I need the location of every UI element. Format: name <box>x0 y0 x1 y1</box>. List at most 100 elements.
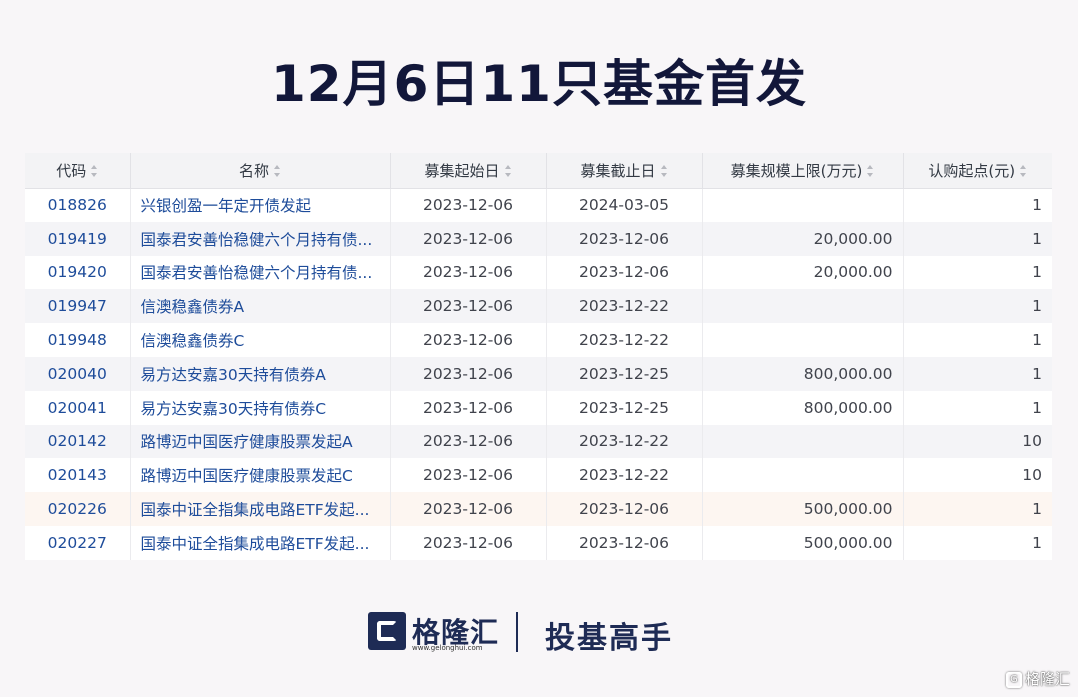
start-date-cell: 2023-12-06 <box>390 289 547 324</box>
fund-code-link[interactable]: 020041 <box>25 390 131 425</box>
end-date-cell: 2023-12-22 <box>546 458 703 493</box>
table-row[interactable]: 020226 国泰中证全指集成电路ETF发起... 2023-12-06 2023-1… <box>25 492 1052 526</box>
fund-name-link[interactable]: 国泰君安善怡稳健六个月持有债... <box>130 221 391 256</box>
fund-name-link[interactable]: 信澳稳鑫债券A <box>130 289 391 324</box>
fund-code-link[interactable]: 020226 <box>25 492 131 526</box>
cap-cell <box>702 424 904 459</box>
end-date-cell: 2023-12-06 <box>546 492 703 526</box>
min-subscription-cell: 1 <box>903 221 1052 256</box>
cap-cell: 800,000.00 <box>702 390 904 425</box>
fund-code-link[interactable]: 020143 <box>25 458 131 493</box>
fund-name-link[interactable]: 路博迈中国医疗健康股票发起A <box>130 424 391 459</box>
column-header-end-date[interactable]: 募集截止日 <box>546 153 703 189</box>
fund-name-link[interactable]: 国泰君安善怡稳健六个月持有债... <box>130 255 391 290</box>
fund-code-link[interactable]: 020040 <box>25 356 131 391</box>
table-header-row: 代码 名称 募集起始日 募集截止日 募集规模上限(万元) 认购起点(元) <box>25 153 1052 189</box>
column-header-cap[interactable]: 募集规模上限(万元) <box>702 153 904 189</box>
min-subscription-cell: 1 <box>903 255 1052 290</box>
end-date-cell: 2023-12-22 <box>546 289 703 324</box>
fund-name-link[interactable]: 路博迈中国医疗健康股票发起C <box>130 458 391 493</box>
min-subscription-cell: 1 <box>903 289 1052 324</box>
min-subscription-cell: 1 <box>903 525 1052 560</box>
start-date-cell: 2023-12-06 <box>390 356 547 391</box>
fund-code-link[interactable]: 019947 <box>25 289 131 324</box>
fund-table: 代码 名称 募集起始日 募集截止日 募集规模上限(万元) 认购起点(元) 018… <box>25 153 1052 560</box>
sort-icon[interactable] <box>91 165 98 178</box>
start-date-cell: 2023-12-06 <box>390 458 547 493</box>
column-header-start-date[interactable]: 募集起始日 <box>390 153 547 189</box>
start-date-cell: 2023-12-06 <box>390 188 547 222</box>
slogan: 投基高手 <box>545 621 673 656</box>
column-header-min-subscription[interactable]: 认购起点(元) <box>903 153 1052 189</box>
table-row[interactable]: 019420 国泰君安善怡稳健六个月持有债... 2023-12-06 2023-12… <box>25 255 1052 290</box>
fund-code-link[interactable]: 019948 <box>25 323 131 357</box>
end-date-cell: 2023-12-06 <box>546 255 703 290</box>
column-header-name[interactable]: 名称 <box>130 153 391 189</box>
brand-url: www.gelonghui.com <box>412 644 483 652</box>
end-date-cell: 2023-12-25 <box>546 390 703 425</box>
start-date-cell: 2023-12-06 <box>390 424 547 459</box>
end-date-cell: 2023-12-06 <box>546 525 703 560</box>
sort-icon[interactable] <box>660 165 668 178</box>
table-row[interactable]: 020142 路博迈中国医疗健康股票发起A 2023-12-06 2023-12-22… <box>25 424 1052 459</box>
sort-icon[interactable] <box>1020 165 1027 178</box>
table-row[interactable]: 019419 国泰君安善怡稳健六个月持有债... 2023-12-06 2023-12… <box>25 221 1052 256</box>
table-row[interactable]: 020040 易方达安嘉30天持有债券A 2023-12-06 2023-12-25 8… <box>25 356 1052 391</box>
fund-code-link[interactable]: 019420 <box>25 255 131 290</box>
fund-code-link[interactable]: 020227 <box>25 525 131 560</box>
fund-name-link[interactable]: 易方达安嘉30天持有债券A <box>130 356 391 391</box>
fund-code-link[interactable]: 018826 <box>25 188 131 222</box>
table-row[interactable]: 020041 易方达安嘉30天持有债券C 2023-12-06 2023-12-25 8… <box>25 390 1052 425</box>
start-date-cell: 2023-12-06 <box>390 221 547 256</box>
cap-cell: 20,000.00 <box>702 255 904 290</box>
watermark: G 格隆汇 <box>1005 668 1070 689</box>
watermark-logo-icon: G <box>1005 671 1022 688</box>
page-title: 12月6日11只基金首发 <box>271 55 807 113</box>
fund-name-link[interactable]: 信澳稳鑫债券C <box>130 323 391 357</box>
min-subscription-cell: 10 <box>903 424 1052 459</box>
cap-cell <box>702 289 904 324</box>
table-row[interactable]: 019948 信澳稳鑫债券C 2023-12-06 2023-12-22 1 <box>25 323 1052 357</box>
min-subscription-cell: 10 <box>903 458 1052 493</box>
start-date-cell: 2023-12-06 <box>390 492 547 526</box>
start-date-cell: 2023-12-06 <box>390 255 547 290</box>
table-row[interactable]: 020227 国泰中证全指集成电路ETF发起... 2023-12-06 2023-1… <box>25 525 1052 560</box>
min-subscription-cell: 1 <box>903 390 1052 425</box>
fund-code-link[interactable]: 019419 <box>25 221 131 256</box>
fund-name-link[interactable]: 易方达安嘉30天持有债券C <box>130 390 391 425</box>
end-date-cell: 2023-12-06 <box>546 221 703 256</box>
fund-name-link[interactable]: 兴银创盈一年定开债发起 <box>130 188 391 222</box>
start-date-cell: 2023-12-06 <box>390 323 547 357</box>
min-subscription-cell: 1 <box>903 323 1052 357</box>
cap-cell: 20,000.00 <box>702 221 904 256</box>
end-date-cell: 2023-12-25 <box>546 356 703 391</box>
sort-icon[interactable] <box>504 165 512 178</box>
min-subscription-cell: 1 <box>903 188 1052 222</box>
column-header-code[interactable]: 代码 <box>25 153 131 189</box>
fund-name-link[interactable]: 国泰中证全指集成电路ETF发起... <box>130 492 391 526</box>
fund-name-link[interactable]: 国泰中证全指集成电路ETF发起... <box>130 525 391 560</box>
cap-cell <box>702 323 904 357</box>
table-row[interactable]: 019947 信澳稳鑫债券A 2023-12-06 2023-12-22 1 <box>25 289 1052 324</box>
cap-cell: 800,000.00 <box>702 356 904 391</box>
sort-icon[interactable] <box>274 165 281 178</box>
sort-icon[interactable] <box>867 165 874 178</box>
cap-cell <box>702 188 904 222</box>
cap-cell <box>702 458 904 493</box>
min-subscription-cell: 1 <box>903 492 1052 526</box>
table-row[interactable]: 020143 路博迈中国医疗健康股票发起C 2023-12-06 2023-12-22… <box>25 458 1052 493</box>
end-date-cell: 2024-03-05 <box>546 188 703 222</box>
footer-divider <box>516 612 518 652</box>
end-date-cell: 2023-12-22 <box>546 424 703 459</box>
end-date-cell: 2023-12-22 <box>546 323 703 357</box>
fund-table-container: 代码 名称 募集起始日 募集截止日 募集规模上限(万元) 认购起点(元) 018… <box>25 153 1052 560</box>
fund-code-link[interactable]: 020142 <box>25 424 131 459</box>
start-date-cell: 2023-12-06 <box>390 390 547 425</box>
cap-cell: 500,000.00 <box>702 525 904 560</box>
footer: 格隆汇 www.gelonghui.com 投基高手 <box>0 608 1078 658</box>
min-subscription-cell: 1 <box>903 356 1052 391</box>
table-row[interactable]: 018826 兴银创盈一年定开债发起 2023-12-06 2024-03-05 1 <box>25 188 1052 222</box>
table-body: 018826 兴银创盈一年定开债发起 2023-12-06 2024-03-05 1 01… <box>25 188 1052 560</box>
start-date-cell: 2023-12-06 <box>390 525 547 560</box>
gelonghui-logo-icon <box>368 612 406 650</box>
